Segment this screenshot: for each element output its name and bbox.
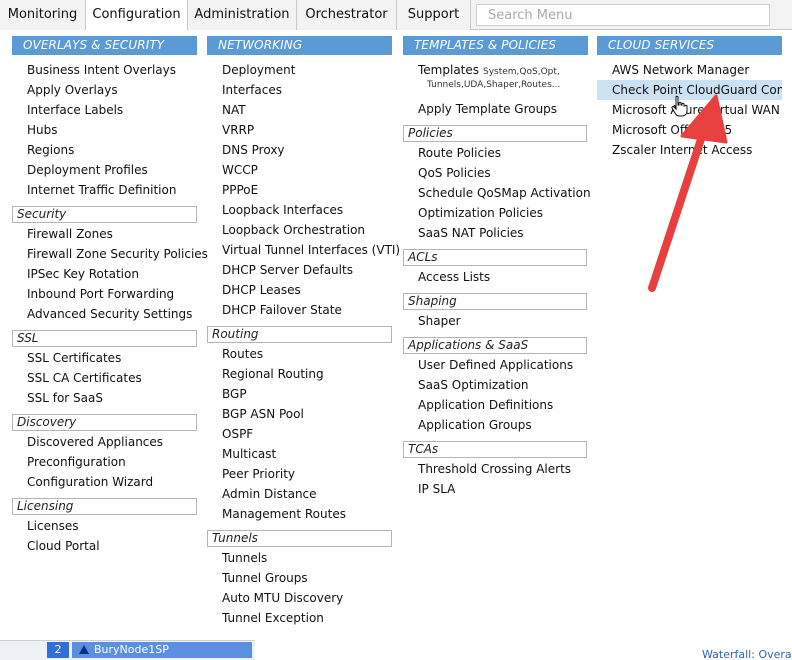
menu-item-deployment[interactable]: Deployment xyxy=(222,60,295,80)
menu-item-peer-priority[interactable]: Peer Priority xyxy=(222,464,295,484)
menu-item-inbound-port-forwarding[interactable]: Inbound Port Forwarding xyxy=(27,284,174,304)
menu-item-ospf[interactable]: OSPF xyxy=(222,424,253,444)
menu-item-firewall-zones[interactable]: Firewall Zones xyxy=(27,224,113,244)
menu-item-route-policies[interactable]: Route Policies xyxy=(418,143,501,163)
section-header-applications-saas: Applications & SaaS xyxy=(403,337,587,354)
menu-item-licenses[interactable]: Licenses xyxy=(27,516,79,536)
menu-item-regions[interactable]: Regions xyxy=(27,140,74,160)
section-header-shaping: Shaping xyxy=(403,293,587,310)
section-header-acls: ACLs xyxy=(403,249,587,266)
menu-item-dhcp-leases[interactable]: DHCP Leases xyxy=(222,280,301,300)
menu-item-configuration-wizard[interactable]: Configuration Wizard xyxy=(27,472,153,492)
section-header-discovery: Discovery xyxy=(12,414,197,431)
menu-item-interface-labels[interactable]: Interface Labels xyxy=(27,100,123,120)
menu-item-shaper[interactable]: Shaper xyxy=(418,311,461,331)
menu-item-schedule-qosmap-activation[interactable]: Schedule QoSMap Activation xyxy=(418,183,591,203)
top-nav: Monitoring Configuration Administration … xyxy=(0,0,792,31)
menu-item-dhcp-failover-state[interactable]: DHCP Failover State xyxy=(222,300,342,320)
menu-item-ssl-for-saas[interactable]: SSL for SaaS xyxy=(27,388,103,408)
red-arrow-annotation-icon xyxy=(648,94,728,292)
menu-item-user-defined-applications[interactable]: User Defined Applications xyxy=(418,355,573,375)
tab-support[interactable]: Support xyxy=(397,0,471,30)
menu-item-dhcp-server-defaults[interactable]: DHCP Server Defaults xyxy=(222,260,353,280)
tab-monitoring[interactable]: Monitoring xyxy=(0,0,86,30)
menu-item-nat[interactable]: NAT xyxy=(222,100,246,120)
menu-item-ipsec-key-rotation[interactable]: IPSec Key Rotation xyxy=(27,264,139,284)
section-header-tcas: TCAs xyxy=(403,441,587,458)
templates-note-line2: Tunnels,UDA,Shaper,Routes... xyxy=(427,80,561,90)
menu-item-vrrp[interactable]: VRRP xyxy=(222,120,254,140)
menu-item-admin-distance[interactable]: Admin Distance xyxy=(222,484,317,504)
menu-item-cloud-portal[interactable]: Cloud Portal xyxy=(27,536,100,556)
menu-item-hubs[interactable]: Hubs xyxy=(27,120,58,140)
menu-item-firewall-zone-security-policies[interactable]: Firewall Zone Security Policies xyxy=(27,244,208,264)
menu-item-templates[interactable]: Templates xyxy=(418,60,479,80)
menu-item-application-definitions[interactable]: Application Definitions xyxy=(418,395,553,415)
menu-item-discovered-appliances[interactable]: Discovered Appliances xyxy=(27,432,163,452)
menu-item-threshold-crossing-alerts[interactable]: Threshold Crossing Alerts xyxy=(418,459,571,479)
menu-item-loopback-interfaces[interactable]: Loopback Interfaces xyxy=(222,200,343,220)
menu-item-bgp-asn-pool[interactable]: BGP ASN Pool xyxy=(222,404,304,424)
section-header-tunnels: Tunnels xyxy=(207,530,392,547)
menu-item-routes[interactable]: Routes xyxy=(222,344,263,364)
menu-item-optimization-policies[interactable]: Optimization Policies xyxy=(418,203,543,223)
waterfall-link[interactable]: Waterfall: Overall Q xyxy=(702,648,792,660)
tab-configuration[interactable]: Configuration xyxy=(86,0,188,31)
menu-item-ssl-ca-certificates[interactable]: SSL CA Certificates xyxy=(27,368,142,388)
menu-item-wccp[interactable]: WCCP xyxy=(222,160,258,180)
menu-item-apply-overlays[interactable]: Apply Overlays xyxy=(27,80,118,100)
section-header-security: Security xyxy=(12,206,197,223)
section-header-licensing: Licensing xyxy=(12,498,197,515)
column-header-overlays-security: OVERLAYS & SECURITY xyxy=(12,36,197,55)
menu-item-saas-nat-policies[interactable]: SaaS NAT Policies xyxy=(418,223,524,243)
column-header-cloud-services: CLOUD SERVICES xyxy=(597,36,782,55)
templates-note-line1: System,QoS,Opt, xyxy=(483,67,560,77)
menu-item-auto-mtu-discovery[interactable]: Auto MTU Discovery xyxy=(222,588,343,608)
menu-item-application-groups[interactable]: Application Groups xyxy=(418,415,532,435)
section-header-policies: Policies xyxy=(403,125,587,142)
menu-item-regional-routing[interactable]: Regional Routing xyxy=(222,364,324,384)
menu-item-dns-proxy[interactable]: DNS Proxy xyxy=(222,140,285,160)
menu-item-bgp[interactable]: BGP xyxy=(222,384,247,404)
menu-item-deployment-profiles[interactable]: Deployment Profiles xyxy=(27,160,148,180)
menu-item-tunnel-groups[interactable]: Tunnel Groups xyxy=(222,568,308,588)
column-header-networking: NETWORKING xyxy=(207,36,392,55)
menu-item-ip-sla[interactable]: IP SLA xyxy=(418,479,455,499)
menu-item-tunnel-exception[interactable]: Tunnel Exception xyxy=(222,608,324,628)
menu-item-tunnels[interactable]: Tunnels xyxy=(222,548,267,568)
menu-item-multicast[interactable]: Multicast xyxy=(222,444,276,464)
menu-item-business-intent-overlays[interactable]: Business Intent Overlays xyxy=(27,60,176,80)
menu-item-loopback-orchestration[interactable]: Loopback Orchestration xyxy=(222,220,365,240)
menu-item-qos-policies[interactable]: QoS Policies xyxy=(418,163,491,183)
menu-item-aws-network-manager[interactable]: AWS Network Manager xyxy=(612,60,749,80)
menu-item-pppoe[interactable]: PPPoE xyxy=(222,180,258,200)
menu-item-apply-template-groups[interactable]: Apply Template Groups xyxy=(418,99,557,119)
search-menu-input[interactable] xyxy=(476,4,770,26)
menu-item-advanced-security-settings[interactable]: Advanced Security Settings xyxy=(27,304,192,324)
tab-administration[interactable]: Administration xyxy=(188,0,297,30)
menu-item-management-routes[interactable]: Management Routes xyxy=(222,504,346,524)
tab-orchestrator[interactable]: Orchestrator xyxy=(297,0,397,30)
menu-item-saas-optimization[interactable]: SaaS Optimization xyxy=(418,375,529,395)
warning-triangle-icon xyxy=(79,645,89,654)
column-header-templates-policies: TEMPLATES & POLICIES xyxy=(403,36,588,55)
menu-item-ssl-certificates[interactable]: SSL Certificates xyxy=(27,348,121,368)
section-header-routing: Routing xyxy=(207,326,392,343)
menu-item-virtual-tunnel-interfaces[interactable]: Virtual Tunnel Interfaces (VTI) xyxy=(222,240,400,260)
node-label[interactable]: BuryNode1SP xyxy=(72,642,252,658)
section-header-ssl: SSL xyxy=(12,330,197,347)
menu-item-access-lists[interactable]: Access Lists xyxy=(418,267,490,287)
menu-item-internet-traffic-definition[interactable]: Internet Traffic Definition xyxy=(27,180,176,200)
menu-item-preconfiguration[interactable]: Preconfiguration xyxy=(27,452,126,472)
menu-item-interfaces[interactable]: Interfaces xyxy=(222,80,282,100)
row-count-badge: 2 xyxy=(47,642,69,658)
